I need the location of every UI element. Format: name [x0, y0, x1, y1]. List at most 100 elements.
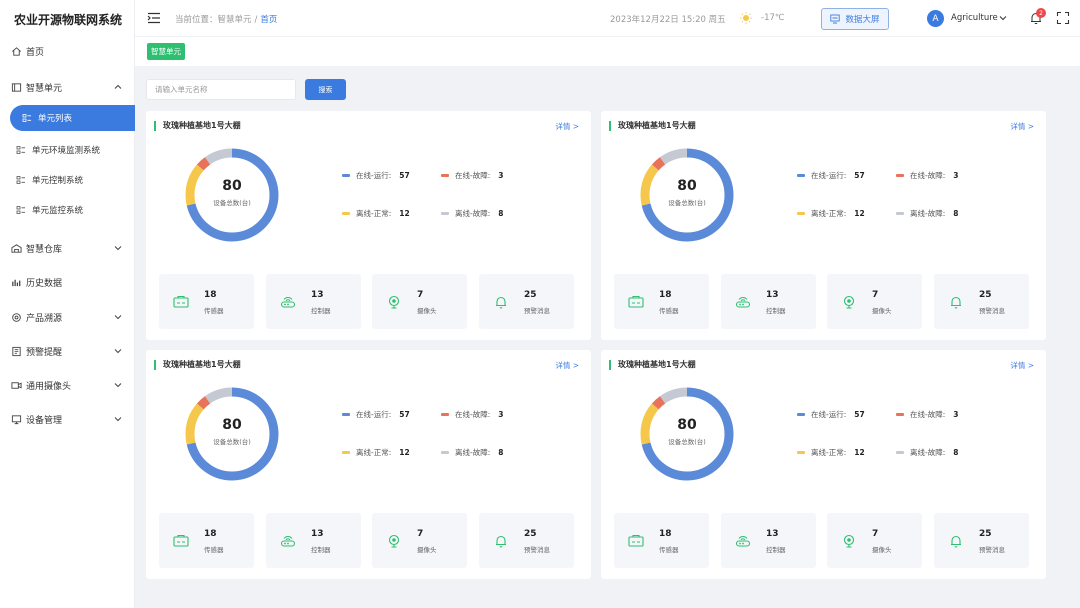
camera-icon: [386, 294, 402, 309]
stat-value: 25: [979, 529, 992, 539]
stat-sensors[interactable]: 18 传感器: [614, 513, 709, 568]
stat-cameras[interactable]: 7 摄像头: [827, 274, 922, 329]
stat-alerts[interactable]: 25 预警消息: [479, 274, 574, 329]
sidebar-subitem-surveillance[interactable]: 单元监控系统: [0, 197, 135, 223]
sidebar-item-alerts[interactable]: 预警提醒: [0, 338, 135, 364]
legend-value: 3: [953, 410, 959, 419]
stat-alerts[interactable]: 25 预警消息: [479, 513, 574, 568]
legend-value: 8: [498, 448, 504, 457]
device-status-donut: [185, 387, 279, 481]
card-detail-link[interactable]: 详情 >: [1010, 360, 1034, 371]
sidebar-item-history[interactable]: 历史数据: [0, 269, 135, 295]
stat-alerts[interactable]: 25 预警消息: [934, 513, 1029, 568]
unit-name-search-input[interactable]: [146, 79, 296, 100]
stat-label: 传感器: [204, 307, 224, 315]
controller-icon: [735, 533, 751, 547]
legend-value: 3: [498, 410, 504, 419]
stat-value: 25: [979, 290, 992, 300]
stat-label: 摄像头: [417, 307, 437, 315]
legend-item: 在线-故障: 3: [441, 409, 503, 420]
legend-item: 离线-正常: 12: [797, 447, 865, 458]
sidebar-item-traceability[interactable]: 产品溯源: [0, 304, 135, 330]
chevron-down-icon: [114, 417, 122, 422]
stat-cameras[interactable]: 7 摄像头: [372, 274, 467, 329]
legend-swatch: [896, 212, 904, 215]
sidebar-subitem-control[interactable]: 单元控制系统: [0, 167, 135, 193]
sun-icon: [740, 12, 752, 24]
list-icon: [16, 176, 25, 184]
sidebar-item-label: 通用摄像头: [26, 381, 72, 392]
legend-value: 57: [399, 410, 410, 419]
notification-badge: 2: [1036, 8, 1046, 18]
legend-swatch: [342, 174, 350, 177]
legend-item: 在线-运行: 57: [797, 409, 865, 420]
sidebar-item-home[interactable]: 首页: [0, 38, 135, 64]
sidebar-item-warehouse[interactable]: 智慧仓库: [0, 235, 135, 261]
sidebar-item-camera[interactable]: 通用摄像头: [0, 372, 135, 398]
avatar[interactable]: A: [927, 10, 944, 27]
device-status-donut: [185, 148, 279, 242]
sidebar-subitem-label: 单元监控系统: [32, 206, 84, 216]
data-bigscreen-button[interactable]: 数据大屏: [821, 8, 889, 30]
stat-sensors[interactable]: 18 传感器: [614, 274, 709, 329]
sidebar-item-label: 设备管理: [26, 415, 63, 426]
tag-smart-unit[interactable]: 智慧单元: [147, 43, 185, 60]
card-detail-link[interactable]: 详情 >: [555, 121, 579, 132]
card-detail-link[interactable]: 详情 >: [555, 360, 579, 371]
legend-value: 8: [498, 209, 504, 218]
stat-controllers[interactable]: 13 控制器: [266, 274, 361, 329]
breadcrumb: 当前位置：智慧单元 / 首页: [175, 13, 277, 25]
chevron-down-icon[interactable]: [998, 13, 1008, 23]
stat-label: 摄像头: [417, 546, 437, 554]
sidebar-item-label: 智慧单元: [26, 83, 63, 94]
card-detail-link[interactable]: 详情 >: [1010, 121, 1034, 132]
stat-controllers[interactable]: 13 控制器: [266, 513, 361, 568]
sidebar-subitem-unit-list[interactable]: 单元列表: [10, 105, 135, 131]
breadcrumb-separator: /: [254, 15, 258, 25]
donut-total: 80: [677, 417, 697, 433]
legend-label: 离线-正常:: [356, 209, 392, 218]
legend-item: 离线-故障: 8: [441, 447, 503, 458]
username[interactable]: Agriculture: [951, 13, 998, 23]
menu-fold-icon[interactable]: [147, 11, 161, 25]
stat-controllers[interactable]: 13 控制器: [721, 274, 816, 329]
sidebar-subitem-env-monitor[interactable]: 单元环境监测系统: [0, 137, 135, 163]
legend-label: 在线-运行:: [356, 171, 392, 180]
stat-value: 7: [417, 290, 424, 300]
stat-alerts[interactable]: 25 预警消息: [934, 274, 1029, 329]
search-button[interactable]: 搜索: [305, 79, 346, 100]
stat-sensors[interactable]: 18 传感器: [159, 274, 254, 329]
breadcrumb-parent[interactable]: 智慧单元: [218, 15, 252, 25]
sensor-icon: [173, 533, 189, 547]
controller-icon: [280, 294, 296, 308]
fullscreen-icon[interactable]: [1056, 11, 1070, 25]
stat-label: 预警消息: [979, 307, 1005, 315]
unit-card: 玫瑰种植基地1号大棚 详情 > 80 设备总数(台) 在线-运行: 57 在线-故障:…: [601, 111, 1046, 340]
stat-cameras[interactable]: 7 摄像头: [372, 513, 467, 568]
unit-card: 玫瑰种植基地1号大棚 详情 > 80 设备总数(台) 在线-运行: 57 在线-故障:…: [146, 111, 591, 340]
device-status-donut: [640, 148, 734, 242]
sidebar-subitem-label: 单元环境监测系统: [32, 146, 101, 156]
stat-cameras[interactable]: 7 摄像头: [827, 513, 922, 568]
datetime: 2023年12月22日 15:20 周五: [610, 15, 726, 25]
donut-total: 80: [222, 178, 242, 194]
sidebar-subitem-label: 单元控制系统: [32, 176, 84, 186]
legend-item: 离线-正常: 12: [342, 208, 410, 219]
stat-value: 25: [524, 290, 537, 300]
sidebar-item-label: 产品溯源: [26, 313, 63, 324]
donut-total: 80: [677, 178, 697, 194]
stat-sensors[interactable]: 18 传感器: [159, 513, 254, 568]
legend-item: 在线-故障: 3: [896, 409, 958, 420]
legend-label: 在线-故障:: [910, 171, 946, 180]
stat-value: 7: [872, 290, 879, 300]
list-icon: [22, 114, 31, 122]
sidebar-item-label: 预警提醒: [26, 347, 63, 358]
stat-value: 13: [311, 290, 324, 300]
legend-label: 在线-故障:: [455, 171, 491, 180]
sidebar-item-devices[interactable]: 设备管理: [0, 406, 135, 432]
stat-controllers[interactable]: 13 控制器: [721, 513, 816, 568]
stat-value: 18: [204, 290, 217, 300]
legend-label: 离线-正常:: [811, 448, 847, 457]
stat-label: 传感器: [659, 307, 679, 315]
sidebar-item-smart-unit[interactable]: 智慧单元: [0, 74, 135, 100]
